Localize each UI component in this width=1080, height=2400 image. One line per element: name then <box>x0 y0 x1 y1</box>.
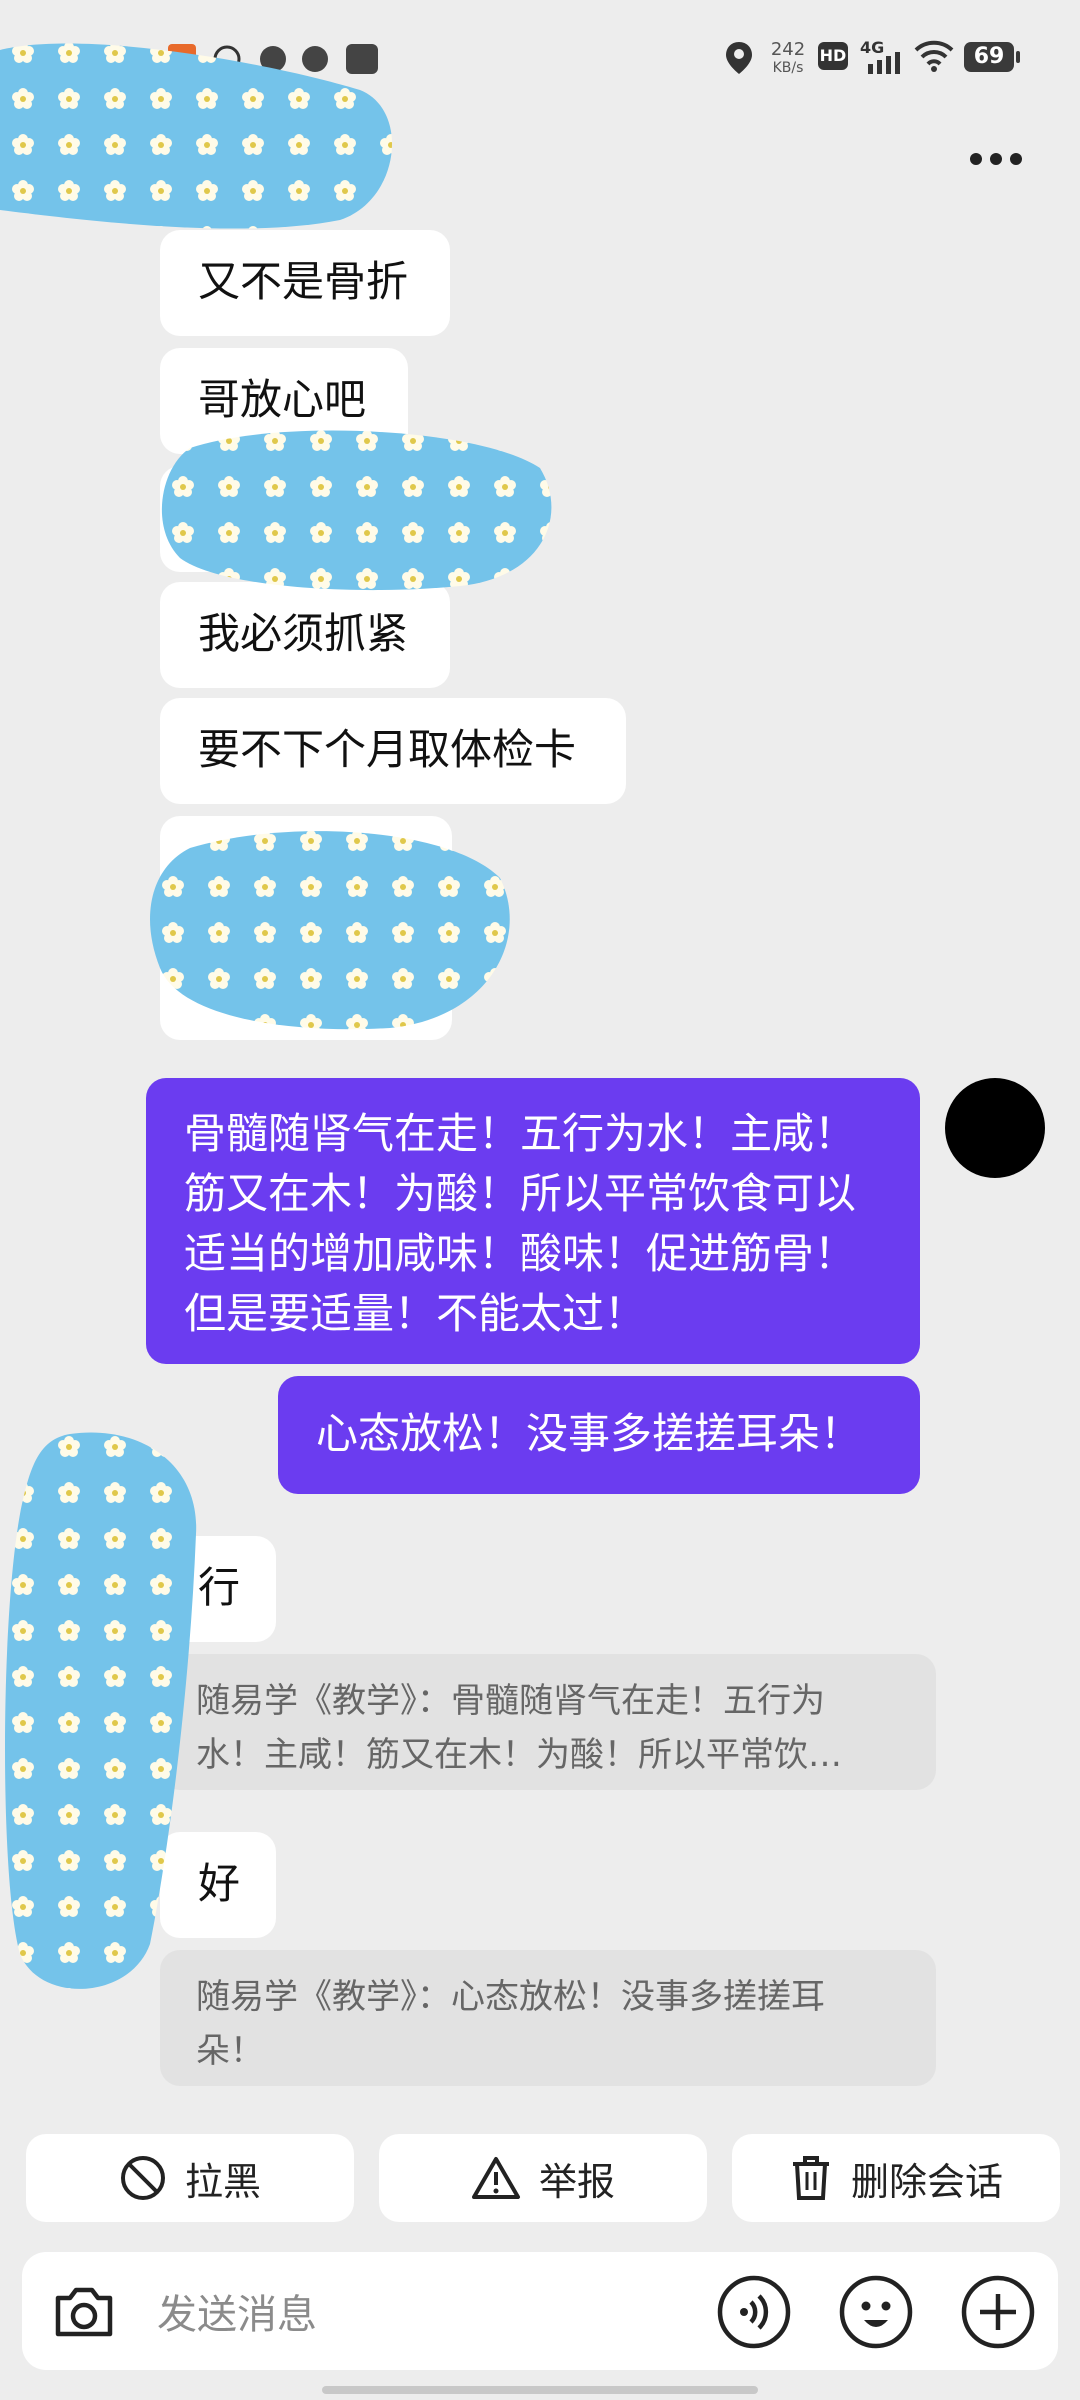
quoted-message[interactable]: 随易学《教学》：心态放松！没事多搓搓耳 朵！ <box>160 1950 936 2086</box>
plus-icon[interactable] <box>960 2274 1036 2350</box>
outgoing-message[interactable]: 骨髓随肾气在走！五行为水！主咸！ 筋又在木！为酸！所以平常饮食可以 适当的增加咸… <box>146 1078 920 1364</box>
delete-label: 删除会话 <box>850 2159 1003 2204</box>
battery-tip <box>1016 51 1020 63</box>
quote-line: 随易学《教学》：骨髓随肾气在走！五行为 <box>196 1681 825 1721</box>
emoji-icon[interactable] <box>838 2274 914 2350</box>
more-options-button[interactable] <box>970 150 1040 180</box>
dot-icon <box>970 153 982 165</box>
redaction-blob <box>150 831 510 1030</box>
outgoing-message[interactable]: 心态放松！没事多搓搓耳朵！ <box>278 1376 920 1494</box>
camera-icon[interactable] <box>46 2274 122 2350</box>
quote-line: 朵！ <box>196 2031 264 2071</box>
signal-icon: 4G <box>860 38 902 74</box>
message-line: 但是要适量！不能太过！ <box>184 1289 647 1338</box>
redaction-blob <box>0 43 393 229</box>
quote-line: 随易学《教学》：心态放松！没事多搓搓耳 <box>196 1977 825 2017</box>
wifi-icon <box>914 40 954 72</box>
network-speed: 242 KB/s <box>770 39 806 77</box>
delete-conversation-button[interactable]: 删除会话 <box>732 2134 1060 2222</box>
message-line: 筋又在木！为酸！所以平常饮食可以 <box>184 1169 857 1218</box>
incoming-message[interactable]: 又不是骨折 <box>160 230 450 336</box>
redaction-blob <box>5 1432 197 1989</box>
hd-badge: HD <box>818 42 848 70</box>
dot-icon <box>1010 153 1022 165</box>
redaction-blob <box>161 430 552 591</box>
block-icon <box>120 2156 165 2200</box>
quoted-message[interactable]: 随易学《教学》：骨髓随肾气在走！五行为 水！主咸！筋又在木！为酸！所以平常饮… <box>160 1654 936 1790</box>
trash-icon <box>792 2156 829 2200</box>
quote-line: 水！主咸！筋又在木！为酸！所以平常饮… <box>196 1735 842 1775</box>
message-line: 适当的增加咸味！酸味！促进筋骨！ <box>184 1229 857 1278</box>
dot-icon <box>990 153 1002 165</box>
incoming-message[interactable]: 要不下个月取体检卡 <box>160 698 626 804</box>
block-label: 拉黑 <box>184 2159 261 2204</box>
warning-icon <box>471 2157 520 2199</box>
location-icon <box>726 42 752 74</box>
message-line: 骨髓随肾气在走！五行为水！主咸！ <box>184 1109 857 1158</box>
block-button[interactable]: 拉黑 <box>26 2134 354 2222</box>
message-input[interactable]: 发送消息 <box>157 2282 317 2340</box>
home-indicator <box>322 2386 758 2394</box>
report-button[interactable]: 举报 <box>379 2134 707 2222</box>
report-label: 举报 <box>538 2159 615 2204</box>
self-avatar[interactable] <box>945 1078 1045 1178</box>
battery-indicator: 69 <box>964 42 1014 72</box>
voice-icon[interactable] <box>716 2274 792 2350</box>
message-input-bar: 发送消息 <box>22 2252 1058 2370</box>
